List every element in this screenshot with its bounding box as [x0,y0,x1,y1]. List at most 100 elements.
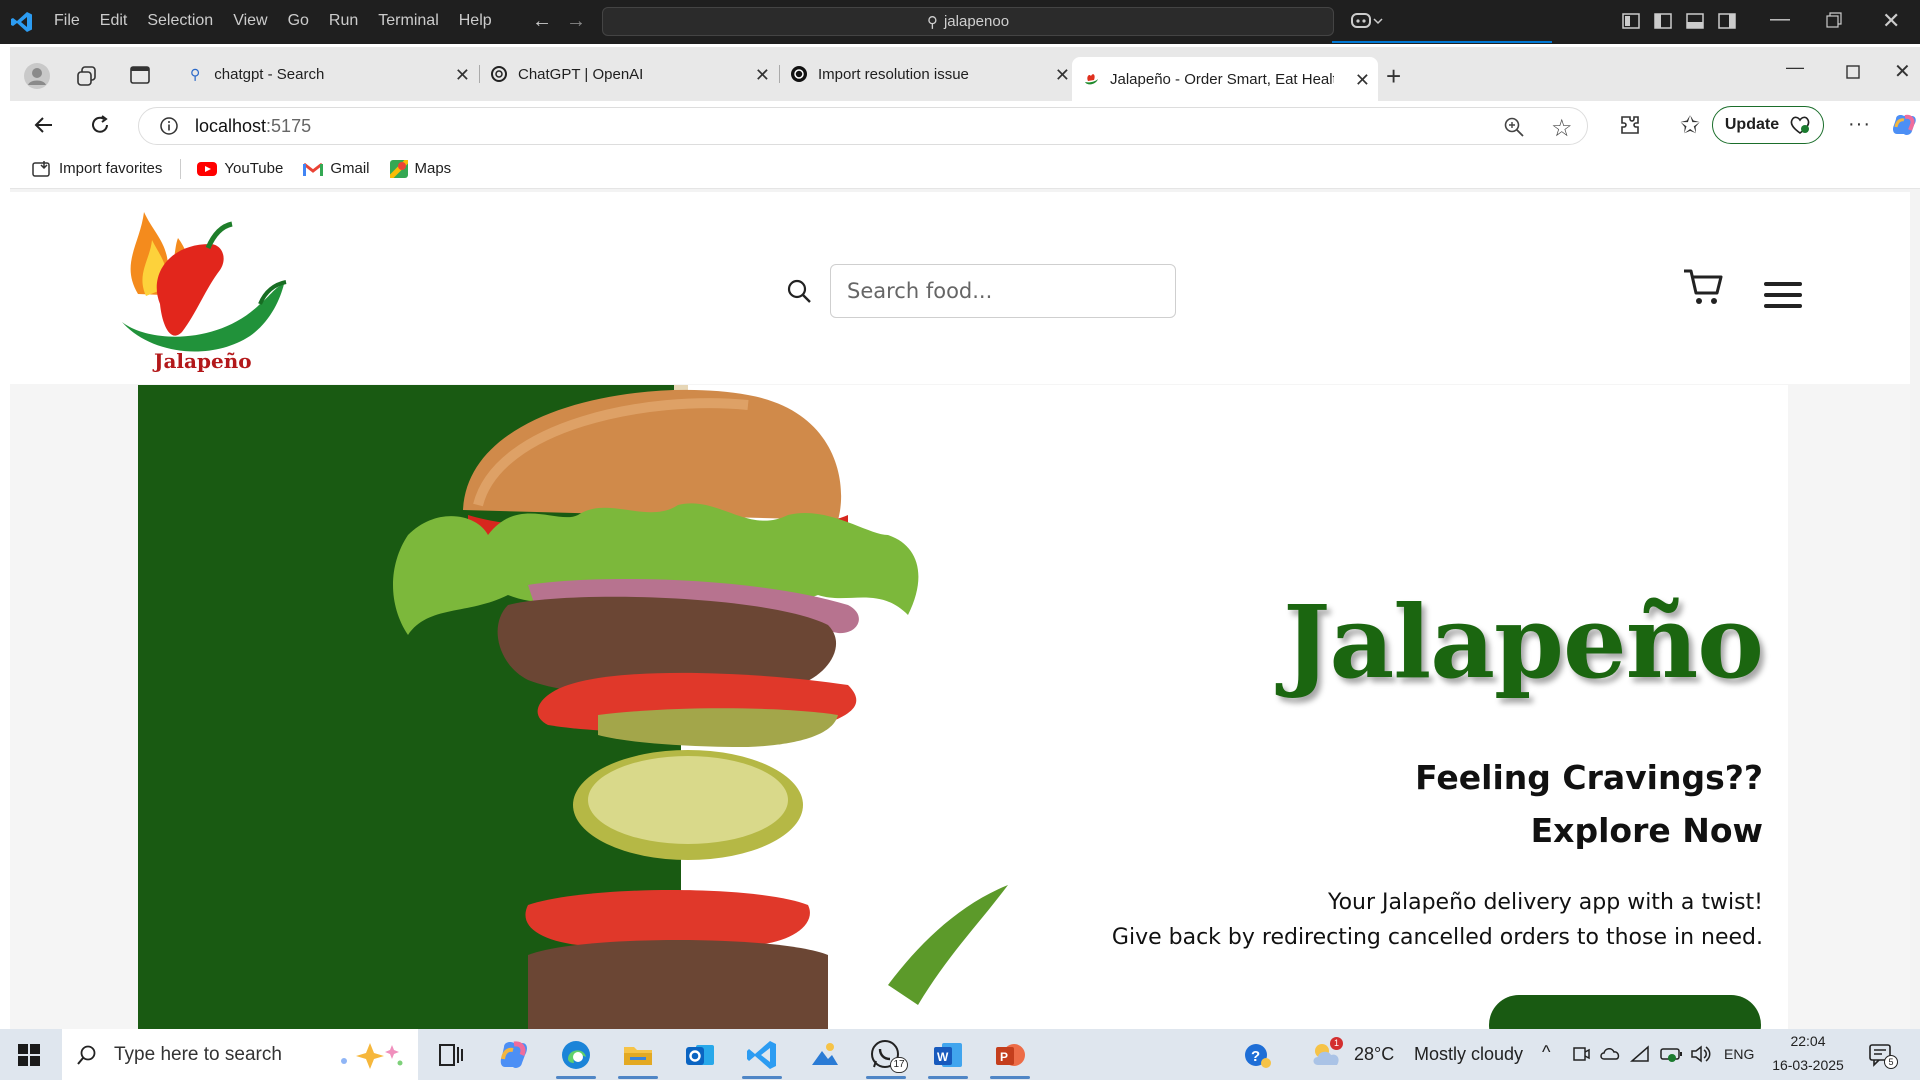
network-icon[interactable] [1630,1045,1650,1063]
tab-chatgpt-openai[interactable]: ChatGPT | OpenAI ✕ [480,57,780,91]
whatsapp-active-indicator [866,1076,906,1079]
language-indicator[interactable]: ENG [1724,1046,1754,1062]
search-box [830,264,1176,318]
vertical-tabs-icon[interactable] [130,66,150,84]
explorer-active-indicator [618,1076,658,1079]
maps-icon [389,159,408,178]
search-icon: ⚲ [926,13,938,31]
site-logo[interactable]: Jalapeño [110,204,290,374]
menu-edit[interactable]: Edit [100,12,128,30]
volume-icon[interactable] [1690,1044,1712,1064]
close-tab-icon[interactable]: ✕ [755,65,770,86]
forward-arrow-icon[interactable]: → [566,10,586,33]
battery-icon[interactable] [1660,1045,1684,1063]
search-icon[interactable] [786,278,812,304]
restore-icon[interactable] [1826,12,1842,28]
update-button[interactable]: Update [1712,106,1824,144]
menu-file[interactable]: File [54,12,80,30]
file-explorer-icon[interactable] [620,1037,656,1073]
weather-temp[interactable]: 28°C [1354,1044,1394,1065]
onedrive-icon[interactable] [1600,1045,1620,1061]
cart-icon[interactable] [1682,267,1724,307]
menu-help[interactable]: Help [459,12,492,30]
edge-app-icon[interactable] [558,1037,594,1073]
fav-label: YouTube [224,160,284,177]
close-tab-icon[interactable]: ✕ [1055,65,1070,86]
menu-go[interactable]: Go [288,12,309,30]
whatsapp-icon[interactable]: 17 [868,1037,908,1073]
secondary-sidebar-icon[interactable] [1718,13,1736,29]
fav-import-favorites[interactable]: Import favorites [32,160,162,178]
hamburger-menu-icon[interactable] [1764,280,1802,310]
favorites-icon[interactable]: ✩ [1680,111,1700,140]
minimize-icon[interactable]: — [1786,57,1804,78]
close-icon[interactable]: ✕ [1882,8,1900,34]
menu-run[interactable]: Run [329,12,358,30]
fav-maps[interactable]: Maps [389,159,451,178]
new-tab-button[interactable]: + [1386,61,1401,92]
panel-toggle-icon[interactable] [1686,13,1704,29]
fav-gmail[interactable]: Gmail [303,160,370,177]
taskbar-search-placeholder: Type here to search [114,1043,282,1065]
search-input[interactable] [847,279,1147,303]
weather-description[interactable]: Mostly cloudy [1414,1044,1523,1065]
zoom-icon[interactable] [1503,116,1525,138]
more-options-icon[interactable]: ··· [1848,113,1871,136]
primary-sidebar-icon[interactable] [1654,13,1672,29]
page-viewport: Jalapeño Search food... Jalapeño Feeling… [10,192,1910,1029]
help-icon[interactable]: ? [1244,1043,1272,1069]
search-icon [76,1044,98,1066]
powerpoint-icon[interactable]: P [992,1037,1028,1073]
favorite-star-icon[interactable]: ☆ [1551,114,1573,143]
vscode-app-icon[interactable] [744,1037,780,1073]
close-tab-icon[interactable]: ✕ [455,65,470,86]
maximize-icon[interactable] [1846,65,1860,79]
weather-cloudy-icon[interactable]: 1 [1310,1037,1344,1069]
profile-avatar[interactable] [24,63,50,89]
close-window-icon[interactable]: ✕ [1894,59,1911,84]
tab-chatgpt-search[interactable]: ⚲ chatgpt - Search ✕ [180,57,480,91]
fav-youtube[interactable]: YouTube [197,160,283,177]
minimize-icon[interactable]: — [1770,8,1790,31]
menu-selection[interactable]: Selection [147,12,213,30]
copilot-icon[interactable] [1892,113,1918,137]
hero-explore-button[interactable] [1489,995,1761,1029]
command-center[interactable]: ⚲ jalapenoo [602,7,1334,36]
menu-terminal[interactable]: Terminal [378,12,438,30]
menu-view[interactable]: View [233,12,267,30]
tab-jalapeno[interactable]: Jalapeño - Order Smart, Eat Healt ✕ [1072,57,1378,101]
tab-label: Jalapeño - Order Smart, Eat Healt [1110,70,1334,88]
extensions-icon[interactable] [1618,113,1642,137]
copilot-app-icon[interactable] [496,1037,532,1073]
outlook-icon[interactable] [682,1037,718,1073]
notifications-badge: 5 [1884,1055,1898,1069]
back-arrow-icon[interactable]: ← [532,10,552,33]
windows-start-icon[interactable] [18,1044,40,1066]
clock-date[interactable]: 16-03-2025 [1766,1057,1850,1073]
taskbar-search[interactable]: Type here to search [62,1029,418,1080]
meet-now-icon[interactable] [1572,1045,1590,1063]
notifications-icon[interactable]: 5 [1868,1043,1898,1069]
fav-label: Import favorites [59,160,163,177]
window-focus-accent [1332,41,1552,43]
url-field[interactable]: localhost:5175 ☆ [138,107,1588,145]
url-host: localhost [195,115,267,136]
close-tab-icon[interactable]: ✕ [1355,70,1370,91]
chevron-up-icon[interactable]: ^ [1542,1042,1550,1063]
word-icon[interactable]: W [930,1037,966,1073]
clock-time[interactable]: 22:04 [1770,1033,1846,1049]
photos-icon[interactable] [806,1037,842,1073]
task-view-icon[interactable] [432,1037,468,1073]
workspaces-icon[interactable] [76,65,98,87]
layout-toggle-icon[interactable] [1622,13,1640,29]
vscode-logo-icon[interactable] [10,10,34,34]
copilot-icon[interactable] [1350,11,1384,31]
fav-divider [180,158,182,179]
site-info-icon[interactable] [159,116,179,136]
favorites-bar: Import favorites YouTube Gmail Maps [10,149,1920,189]
back-button[interactable] [32,113,56,137]
tab-import-resolution[interactable]: Import resolution issue ✕ [780,57,1078,91]
openai-icon [490,65,508,83]
hero-tagline2: Give back by redirecting cancelled order… [1111,925,1763,950]
refresh-button[interactable] [88,113,112,137]
